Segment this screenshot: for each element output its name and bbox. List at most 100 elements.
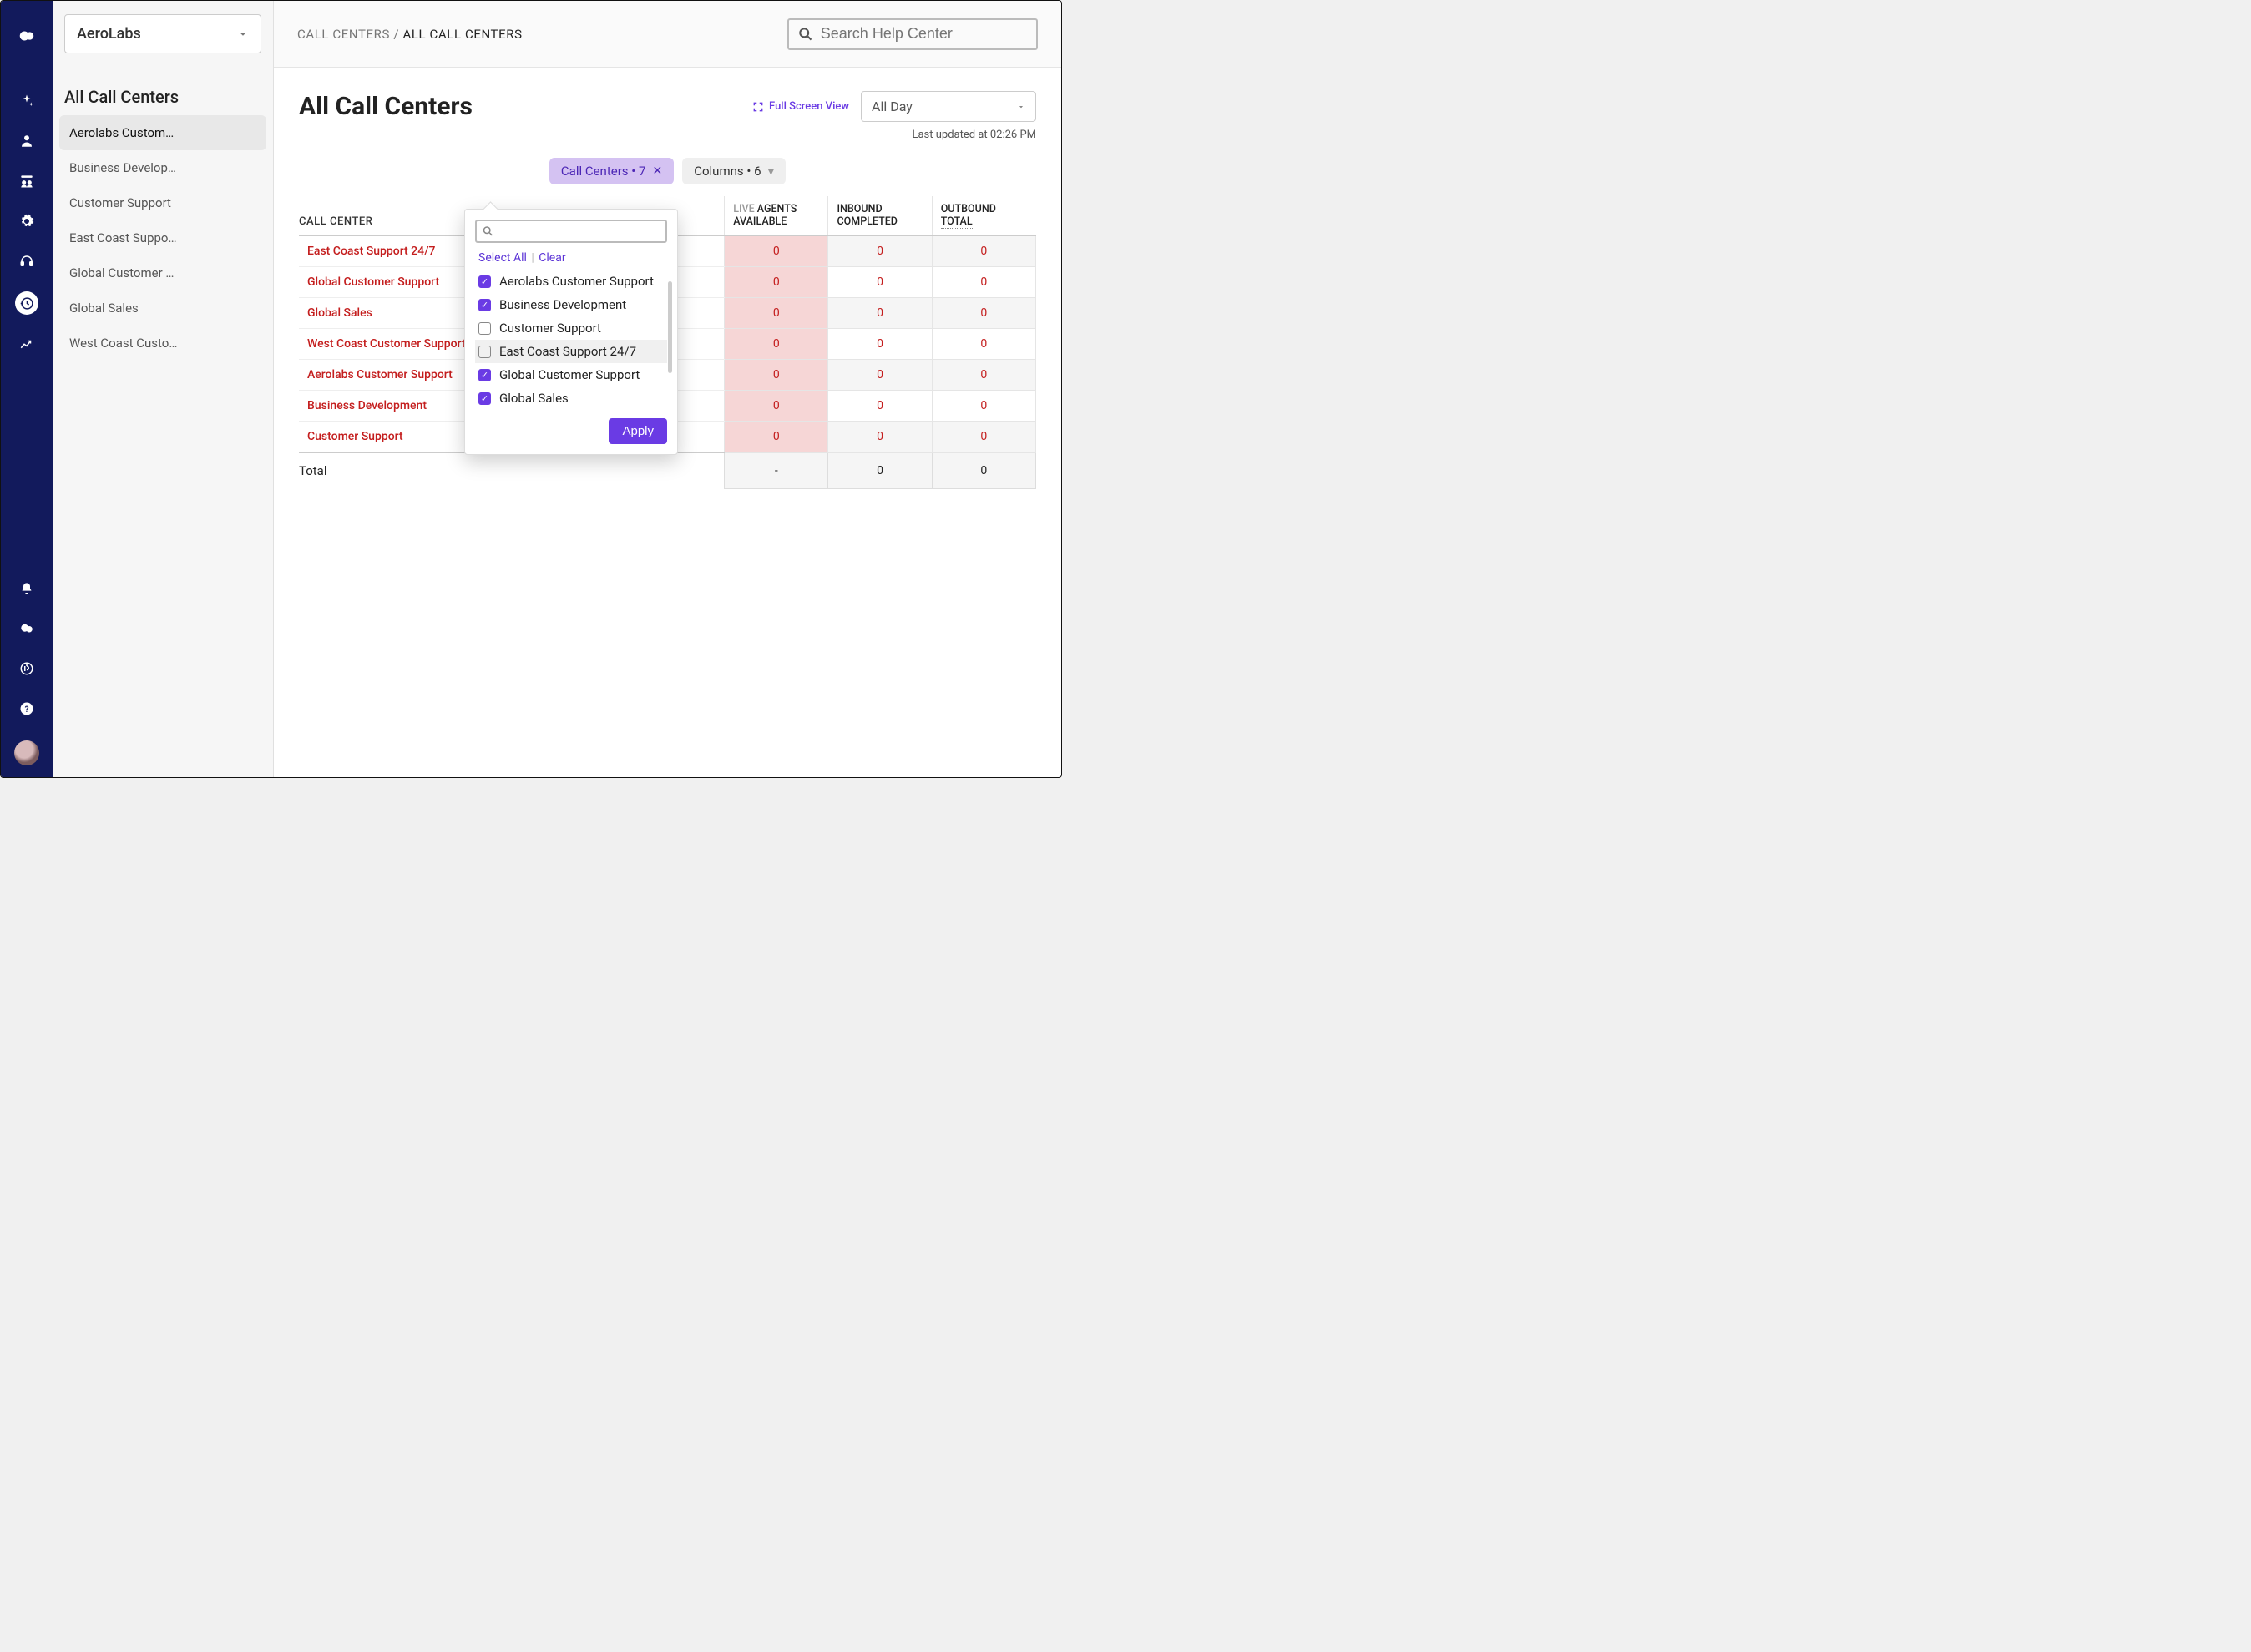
checkbox[interactable]: ✓ <box>478 299 491 311</box>
gear-icon[interactable] <box>17 211 37 231</box>
bell-icon[interactable] <box>17 578 37 599</box>
total-row: Total - 0 0 <box>299 452 1036 488</box>
filter-option[interactable]: ✓ Business Development <box>475 293 667 316</box>
svg-text:?: ? <box>25 705 29 715</box>
page-title: All Call Centers <box>299 92 741 121</box>
filter-option[interactable]: ✓ Global Sales <box>475 386 667 410</box>
call-center-link[interactable]: East Coast Support 24/7 <box>307 245 436 258</box>
org-name: AeroLabs <box>77 25 141 43</box>
sidebar-nav: Aerolabs Custom…Business Develop…Custome… <box>53 115 273 361</box>
avatar[interactable] <box>14 740 39 765</box>
sidebar-item[interactable]: Aerolabs Custom… <box>59 115 266 150</box>
row-outbound: 0 <box>932 329 1035 360</box>
apply-button[interactable]: Apply <box>609 418 667 444</box>
call-center-link[interactable]: Business Development <box>307 399 427 412</box>
row-outbound: 0 <box>932 267 1035 298</box>
help-search[interactable] <box>787 18 1038 50</box>
total-agents: - <box>725 452 828 488</box>
checkbox[interactable] <box>478 322 491 335</box>
filter-option-label: Global Customer Support <box>499 367 640 382</box>
filter-option[interactable]: ✓ Aerolabs Customer Support <box>475 270 667 293</box>
row-agents: 0 <box>725 235 828 267</box>
team-icon[interactable] <box>17 171 37 191</box>
checkbox[interactable] <box>478 346 491 358</box>
badge-icon[interactable] <box>17 659 37 679</box>
time-scope-select[interactable]: All Day <box>861 91 1036 122</box>
select-all-link[interactable]: Select All <box>478 251 527 265</box>
call-center-link[interactable]: Global Sales <box>307 306 372 320</box>
help-icon[interactable]: ? <box>17 699 37 719</box>
row-outbound: 0 <box>932 360 1035 391</box>
sidebar-title: All Call Centers <box>53 67 273 115</box>
chip-columns[interactable]: Columns • 6 ▾ <box>682 158 786 184</box>
sidebar-item[interactable]: East Coast Suppo… <box>59 220 266 255</box>
row-inbound: 0 <box>828 298 932 329</box>
full-screen-link[interactable]: Full Screen View <box>752 100 849 113</box>
total-outbound: 0 <box>932 452 1035 488</box>
popover-search[interactable] <box>475 220 667 243</box>
page-header: All Call Centers Full Screen View All Da… <box>274 68 1061 125</box>
breadcrumb-current: ALL CALL CENTERS <box>402 27 522 42</box>
row-inbound: 0 <box>828 360 932 391</box>
row-outbound: 0 <box>932 391 1035 422</box>
row-inbound: 0 <box>828 391 932 422</box>
headset-icon[interactable] <box>17 251 37 271</box>
popover-search-input[interactable] <box>494 225 660 238</box>
row-outbound: 0 <box>932 235 1035 267</box>
row-inbound: 0 <box>828 267 932 298</box>
total-label: Total <box>299 452 725 488</box>
col-agents[interactable]: LIVE AGENTS AVAILABLE <box>725 196 828 235</box>
search-icon <box>797 25 814 43</box>
row-agents: 0 <box>725 267 828 298</box>
clear-link[interactable]: Clear <box>539 251 565 265</box>
search-icon <box>482 225 494 238</box>
total-inbound: 0 <box>828 452 932 488</box>
call-center-link[interactable]: West Coast Customer Support <box>307 337 466 351</box>
checkbox[interactable]: ✓ <box>478 369 491 381</box>
breadcrumb: CALL CENTERS / ALL CALL CENTERS <box>297 27 523 42</box>
col-outbound[interactable]: OUTBOUND TOTAL <box>932 196 1035 235</box>
call-centers-filter-popover: Select All | Clear ✓ Aerolabs Customer Su… <box>464 209 678 455</box>
filter-option-label: Business Development <box>499 297 626 312</box>
row-agents: 0 <box>725 360 828 391</box>
call-center-link[interactable]: Aerolabs Customer Support <box>307 368 453 381</box>
filter-option[interactable]: ✓ Global Customer Support <box>475 363 667 386</box>
chat-icon[interactable] <box>17 619 37 639</box>
checkbox[interactable]: ✓ <box>478 392 491 405</box>
person-icon[interactable] <box>17 131 37 151</box>
filter-option-label: Global Sales <box>499 391 569 406</box>
logo-icon[interactable] <box>17 26 37 46</box>
call-center-link[interactable]: Customer Support <box>307 430 403 443</box>
breadcrumb-root[interactable]: CALL CENTERS <box>297 27 390 42</box>
nav-rail: ? <box>1 1 53 777</box>
filter-option-label: East Coast Support 24/7 <box>499 344 636 359</box>
filter-option[interactable]: Customer Support <box>475 316 667 340</box>
topbar: CALL CENTERS / ALL CALL CENTERS <box>274 1 1061 68</box>
popover-list[interactable]: ✓ Aerolabs Customer Support ✓ Business Deve… <box>475 270 667 410</box>
checkbox[interactable]: ✓ <box>478 275 491 288</box>
sidebar-item[interactable]: Customer Support <box>59 185 266 220</box>
chip-call-centers[interactable]: Call Centers • 7 ✕ <box>549 158 674 184</box>
row-agents: 0 <box>725 329 828 360</box>
filter-option[interactable]: East Coast Support 24/7 <box>475 340 667 363</box>
popover-links: Select All | Clear <box>475 251 667 265</box>
filter-option-label: Aerolabs Customer Support <box>499 274 654 289</box>
help-search-input[interactable] <box>821 25 1028 43</box>
sidebar-item[interactable]: Business Develop… <box>59 150 266 185</box>
chevron-down-icon: ▾ <box>768 164 775 179</box>
chevron-down-icon <box>1017 103 1025 111</box>
trend-icon[interactable] <box>17 335 37 355</box>
scrollbar[interactable] <box>668 281 672 373</box>
row-outbound: 0 <box>932 422 1035 453</box>
sidebar-item[interactable]: Global Sales <box>59 290 266 326</box>
close-icon[interactable]: ✕ <box>652 164 662 178</box>
sparkle-icon[interactable] <box>17 91 37 111</box>
chevron-down-icon <box>237 28 249 40</box>
call-center-link[interactable]: Global Customer Support <box>307 275 439 289</box>
sidebar-item[interactable]: Global Customer … <box>59 255 266 290</box>
sidebar-item[interactable]: West Coast Custo… <box>59 326 266 361</box>
history-icon[interactable] <box>15 291 38 315</box>
org-select[interactable]: AeroLabs <box>64 14 261 53</box>
col-inbound[interactable]: INBOUND COMPLETED <box>828 196 932 235</box>
row-inbound: 0 <box>828 235 932 267</box>
